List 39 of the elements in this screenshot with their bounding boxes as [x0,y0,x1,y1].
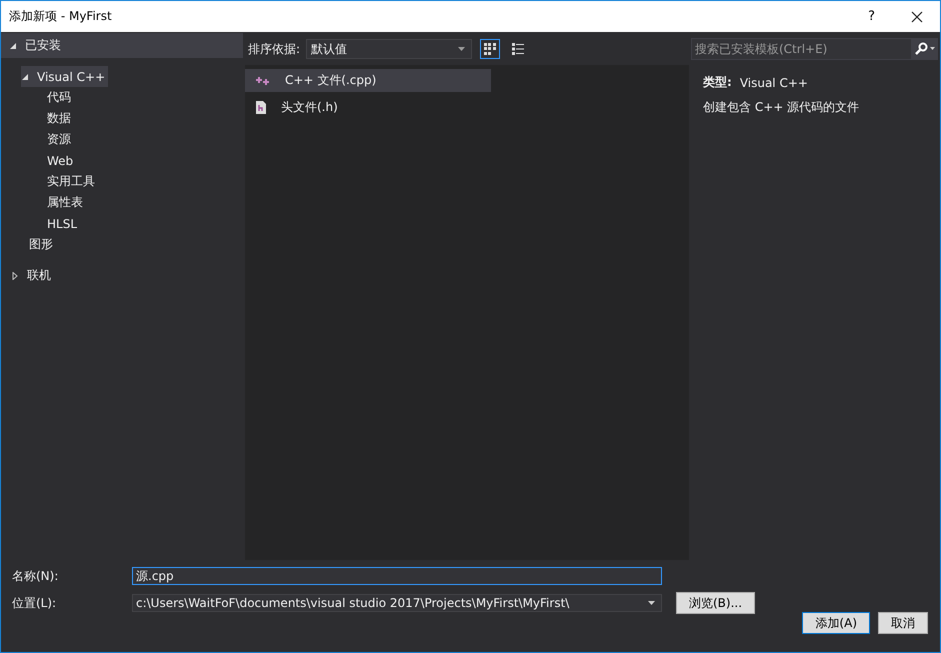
name-field[interactable]: 源.cpp [132,567,662,585]
tree-item[interactable]: 图形 [21,234,56,255]
close-icon[interactable] [911,10,923,22]
tree-item[interactable]: 联机 [11,265,54,286]
grid-view-button[interactable] [480,39,500,59]
file-icon [255,100,267,115]
dialog-button[interactable]: 添加(A) [802,612,870,634]
name-label: 名称(N): [12,568,60,584]
tree-item[interactable]: 资源 [39,129,74,150]
type-value: Visual C++ [740,76,808,90]
template-item[interactable]: 头文件(.h) [245,96,491,119]
tree-item[interactable]: 属性表 [39,192,86,213]
window-title: 添加新项 - MyFirst [9,8,113,25]
tree-item[interactable]: Visual C++ [21,66,108,87]
tree-header[interactable]: 已安装 [1,33,243,58]
search-field[interactable]: 搜索已安装模板(Ctrl+E) [691,38,912,60]
plus-plus-icon [255,74,271,86]
tree-item[interactable]: 代码 [39,87,74,108]
tree-item[interactable]: Web [39,150,76,171]
caret-icon [648,601,655,605]
expander-icon[interactable] [21,72,29,80]
search-icon[interactable] [914,42,936,56]
sort-label: 排序依据: [248,40,300,58]
template-description: 创建包含 C++ 源代码的文件 [703,99,860,116]
browse-button[interactable]: 浏览(B)... [676,592,756,614]
help-button[interactable]: ? [868,9,875,24]
expander-icon[interactable] [9,42,17,50]
location-label: 位置(L): [12,594,58,612]
template-item[interactable]: C++ 文件(.cpp) [245,69,491,92]
tree-item[interactable]: 实用工具 [39,171,98,192]
location-field[interactable]: c:\Users\WaitFoF\documents\visual studio 2017\Projects\MyFirst\MyFirst\ [132,594,662,612]
expander-icon[interactable] [11,272,19,280]
tree-item[interactable]: 数据 [39,108,74,129]
tree-header-label: 已安装 [25,37,61,54]
dialog-button[interactable]: 取消 [878,612,928,634]
sort-dropdown[interactable]: 默认值 [306,39,472,59]
tree-item[interactable]: HLSL [39,213,80,234]
caret-icon [458,47,466,51]
type-label: 类型: [703,74,732,91]
